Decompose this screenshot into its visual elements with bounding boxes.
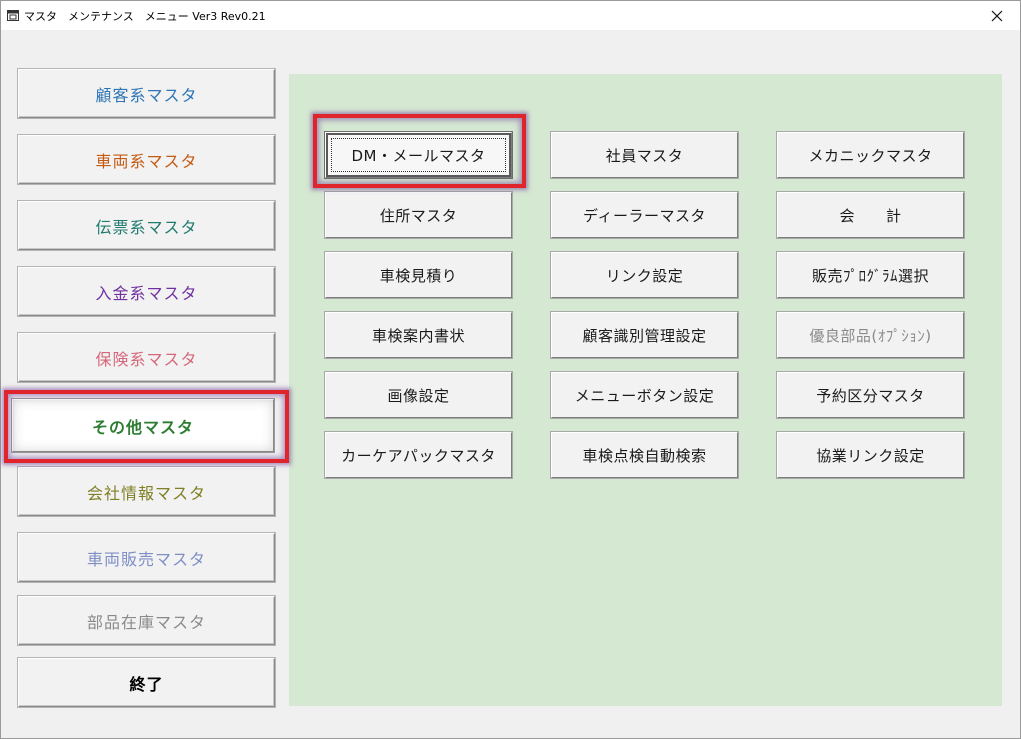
button-label: 車検見積り <box>379 266 458 285</box>
sidebar-item-label: 保険系マスタ <box>95 349 198 369</box>
sidebar-item-insurance-master[interactable]: 保険系マスタ <box>18 333 275 382</box>
address-master-button[interactable]: 住所マスタ <box>325 192 512 238</box>
sidebar-item-vehicle-master[interactable]: 車両系マスタ <box>18 135 275 184</box>
sidebar-item-label: 入金系マスタ <box>95 283 198 303</box>
button-label: メニューボタン設定 <box>574 386 715 405</box>
button-label: 住所マスタ <box>379 206 458 225</box>
button-label: 顧客識別管理設定 <box>582 326 707 345</box>
menu-button-settings-button[interactable]: メニューボタン設定 <box>551 372 738 418</box>
sidebar-item-payment-master[interactable]: 入金系マスタ <box>18 267 275 316</box>
inspection-auto-search-button[interactable]: 車検点検自動検索 <box>551 432 738 478</box>
title-bar: マスタ メンテナンス メニュー Ver3 Rev0.21 <box>1 1 1020 30</box>
customer-id-management-button[interactable]: 顧客識別管理設定 <box>551 312 738 358</box>
sidebar-item-label: 顧客系マスタ <box>95 85 198 105</box>
window-title: マスタ メンテナンス メニュー Ver3 Rev0.21 <box>24 10 266 23</box>
button-label: カーケアパックマスタ <box>341 446 496 465</box>
sidebar-item-customer-master[interactable]: 顧客系マスタ <box>18 69 275 118</box>
dm-mail-master-button[interactable]: DM・メールマスタ <box>325 132 512 178</box>
sidebar-item-label: 会社情報マスタ <box>86 483 206 503</box>
app-window-icon <box>7 10 19 21</box>
quality-parts-option-button: 優良部品(ｵﾌﾟｼｮﾝ) <box>777 312 964 358</box>
button-label: 協業リンク設定 <box>816 446 925 465</box>
employee-master-button[interactable]: 社員マスタ <box>551 132 738 178</box>
car-care-pack-master-button[interactable]: カーケアパックマスタ <box>325 432 512 478</box>
sidebar-item-vehicle-sales-master[interactable]: 車両販売マスタ <box>18 533 275 582</box>
sidebar-item-label: 伝票系マスタ <box>95 217 198 237</box>
sidebar-item-slip-master[interactable]: 伝票系マスタ <box>18 201 275 250</box>
close-button[interactable] <box>974 1 1020 30</box>
sidebar-item-label: 車両販売マスタ <box>86 549 206 569</box>
reservation-category-master-button[interactable]: 予約区分マスタ <box>777 372 964 418</box>
mechanic-master-button[interactable]: メカニックマスタ <box>777 132 964 178</box>
button-label: ディーラーマスタ <box>583 206 706 225</box>
inspection-notice-letter-button[interactable]: 車検案内書状 <box>325 312 512 358</box>
sidebar-item-label: その他マスタ <box>91 417 194 437</box>
inspection-estimate-button[interactable]: 車検見積り <box>325 252 512 298</box>
sidebar-item-company-info-master[interactable]: 会社情報マスタ <box>18 467 275 516</box>
accounting-button[interactable]: 会 計 <box>777 192 964 238</box>
focus-ring <box>331 138 506 172</box>
image-settings-button[interactable]: 画像設定 <box>325 372 512 418</box>
close-icon <box>991 10 1003 21</box>
button-label: リンク設定 <box>605 266 684 285</box>
sidebar-item-label: 終了 <box>129 674 164 694</box>
button-label: 車検案内書状 <box>371 326 465 345</box>
partner-link-settings-button[interactable]: 協業リンク設定 <box>777 432 964 478</box>
button-label: 会 計 <box>839 206 902 225</box>
button-label: 車検点検自動検索 <box>582 446 707 465</box>
exit-button[interactable]: 終了 <box>18 658 275 707</box>
dealer-master-button[interactable]: ディーラーマスタ <box>551 192 738 238</box>
sidebar-item-parts-stock-master[interactable]: 部品在庫マスタ <box>18 596 275 645</box>
button-label: 優良部品(ｵﾌﾟｼｮﾝ) <box>809 326 932 345</box>
button-label: 予約区分マスタ <box>816 386 925 405</box>
sidebar-item-label: 部品在庫マスタ <box>86 612 206 632</box>
button-label: 画像設定 <box>387 386 450 405</box>
sidebar-item-other-master[interactable]: その他マスタ <box>12 399 274 452</box>
sidebar-item-label: 車両系マスタ <box>95 151 198 171</box>
main-window: マスタ メンテナンス メニュー Ver3 Rev0.21 顧客系マスタ 車両系マ… <box>0 0 1021 739</box>
button-label: 社員マスタ <box>605 146 684 165</box>
sales-program-select-button[interactable]: 販売ﾌﾟﾛｸﾞﾗﾑ選択 <box>777 252 964 298</box>
button-label: メカニックマスタ <box>808 146 933 165</box>
button-label: 販売ﾌﾟﾛｸﾞﾗﾑ選択 <box>811 266 929 285</box>
link-settings-button[interactable]: リンク設定 <box>551 252 738 298</box>
